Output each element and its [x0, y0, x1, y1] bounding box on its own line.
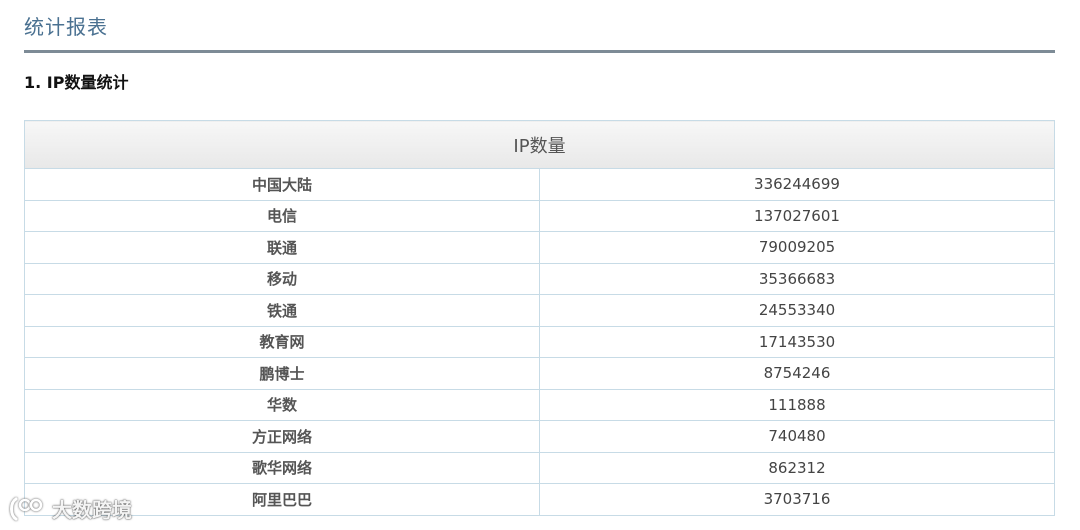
ip-count-cell: 111888: [539, 388, 1055, 421]
ip-count-cell: 740480: [539, 420, 1055, 453]
isp-name-cell: 电信: [24, 199, 540, 232]
table-row: 方正网络 740480: [24, 420, 1055, 453]
ip-count-cell: 35366683: [539, 262, 1055, 295]
isp-name-cell: 联通: [24, 231, 540, 264]
ip-count-cell: 862312: [539, 451, 1055, 484]
table-row: 中国大陆 336244699: [24, 168, 1055, 201]
isp-name-cell: 铁通: [24, 294, 540, 327]
table-row: 鹏博士 8754246: [24, 357, 1055, 390]
table-row: 电信 137027601: [24, 199, 1055, 232]
ip-count-cell: 8754246: [539, 357, 1055, 390]
table-header-row: IP数量: [24, 120, 1055, 169]
watermark-logo-icon: [10, 497, 43, 520]
watermark-text: 大数跨境: [52, 498, 132, 522]
ip-count-cell: 79009205: [539, 231, 1055, 264]
title-divider: [24, 50, 1055, 53]
ip-count-table: IP数量 中国大陆 336244699 电信 137027601 联通 7900…: [24, 120, 1055, 516]
table-row: 联通 79009205: [24, 231, 1055, 264]
section-title: 1. IP数量统计: [24, 73, 129, 92]
isp-name-cell: 华数: [24, 388, 540, 421]
ip-count-cell: 17143530: [539, 325, 1055, 358]
isp-name-cell: 鹏博士: [24, 357, 540, 390]
isp-name-cell: 方正网络: [24, 420, 540, 453]
page-title: 统计报表: [24, 15, 108, 39]
isp-name-cell: 移动: [24, 262, 540, 295]
table-row: 移动 35366683: [24, 262, 1055, 295]
isp-name-cell: 教育网: [24, 325, 540, 358]
ip-count-cell: 3703716: [539, 483, 1055, 516]
ip-count-cell: 336244699: [539, 168, 1055, 201]
isp-name-cell: 中国大陆: [24, 168, 540, 201]
table-row: 歌华网络 862312: [24, 451, 1055, 484]
isp-name-cell: 歌华网络: [24, 451, 540, 484]
ip-count-cell: 24553340: [539, 294, 1055, 327]
table-row: 教育网 17143530: [24, 325, 1055, 358]
table-row: 铁通 24553340: [24, 294, 1055, 327]
table-row: 华数 111888: [24, 388, 1055, 421]
table-header: IP数量: [24, 120, 1055, 169]
watermark: 大数跨境: [8, 494, 132, 523]
table-row: 阿里巴巴 3703716: [24, 483, 1055, 516]
report-page: 统计报表 1. IP数量统计 IP数量 中国大陆 336244699 电信 13…: [0, 0, 1080, 530]
ip-count-cell: 137027601: [539, 199, 1055, 232]
